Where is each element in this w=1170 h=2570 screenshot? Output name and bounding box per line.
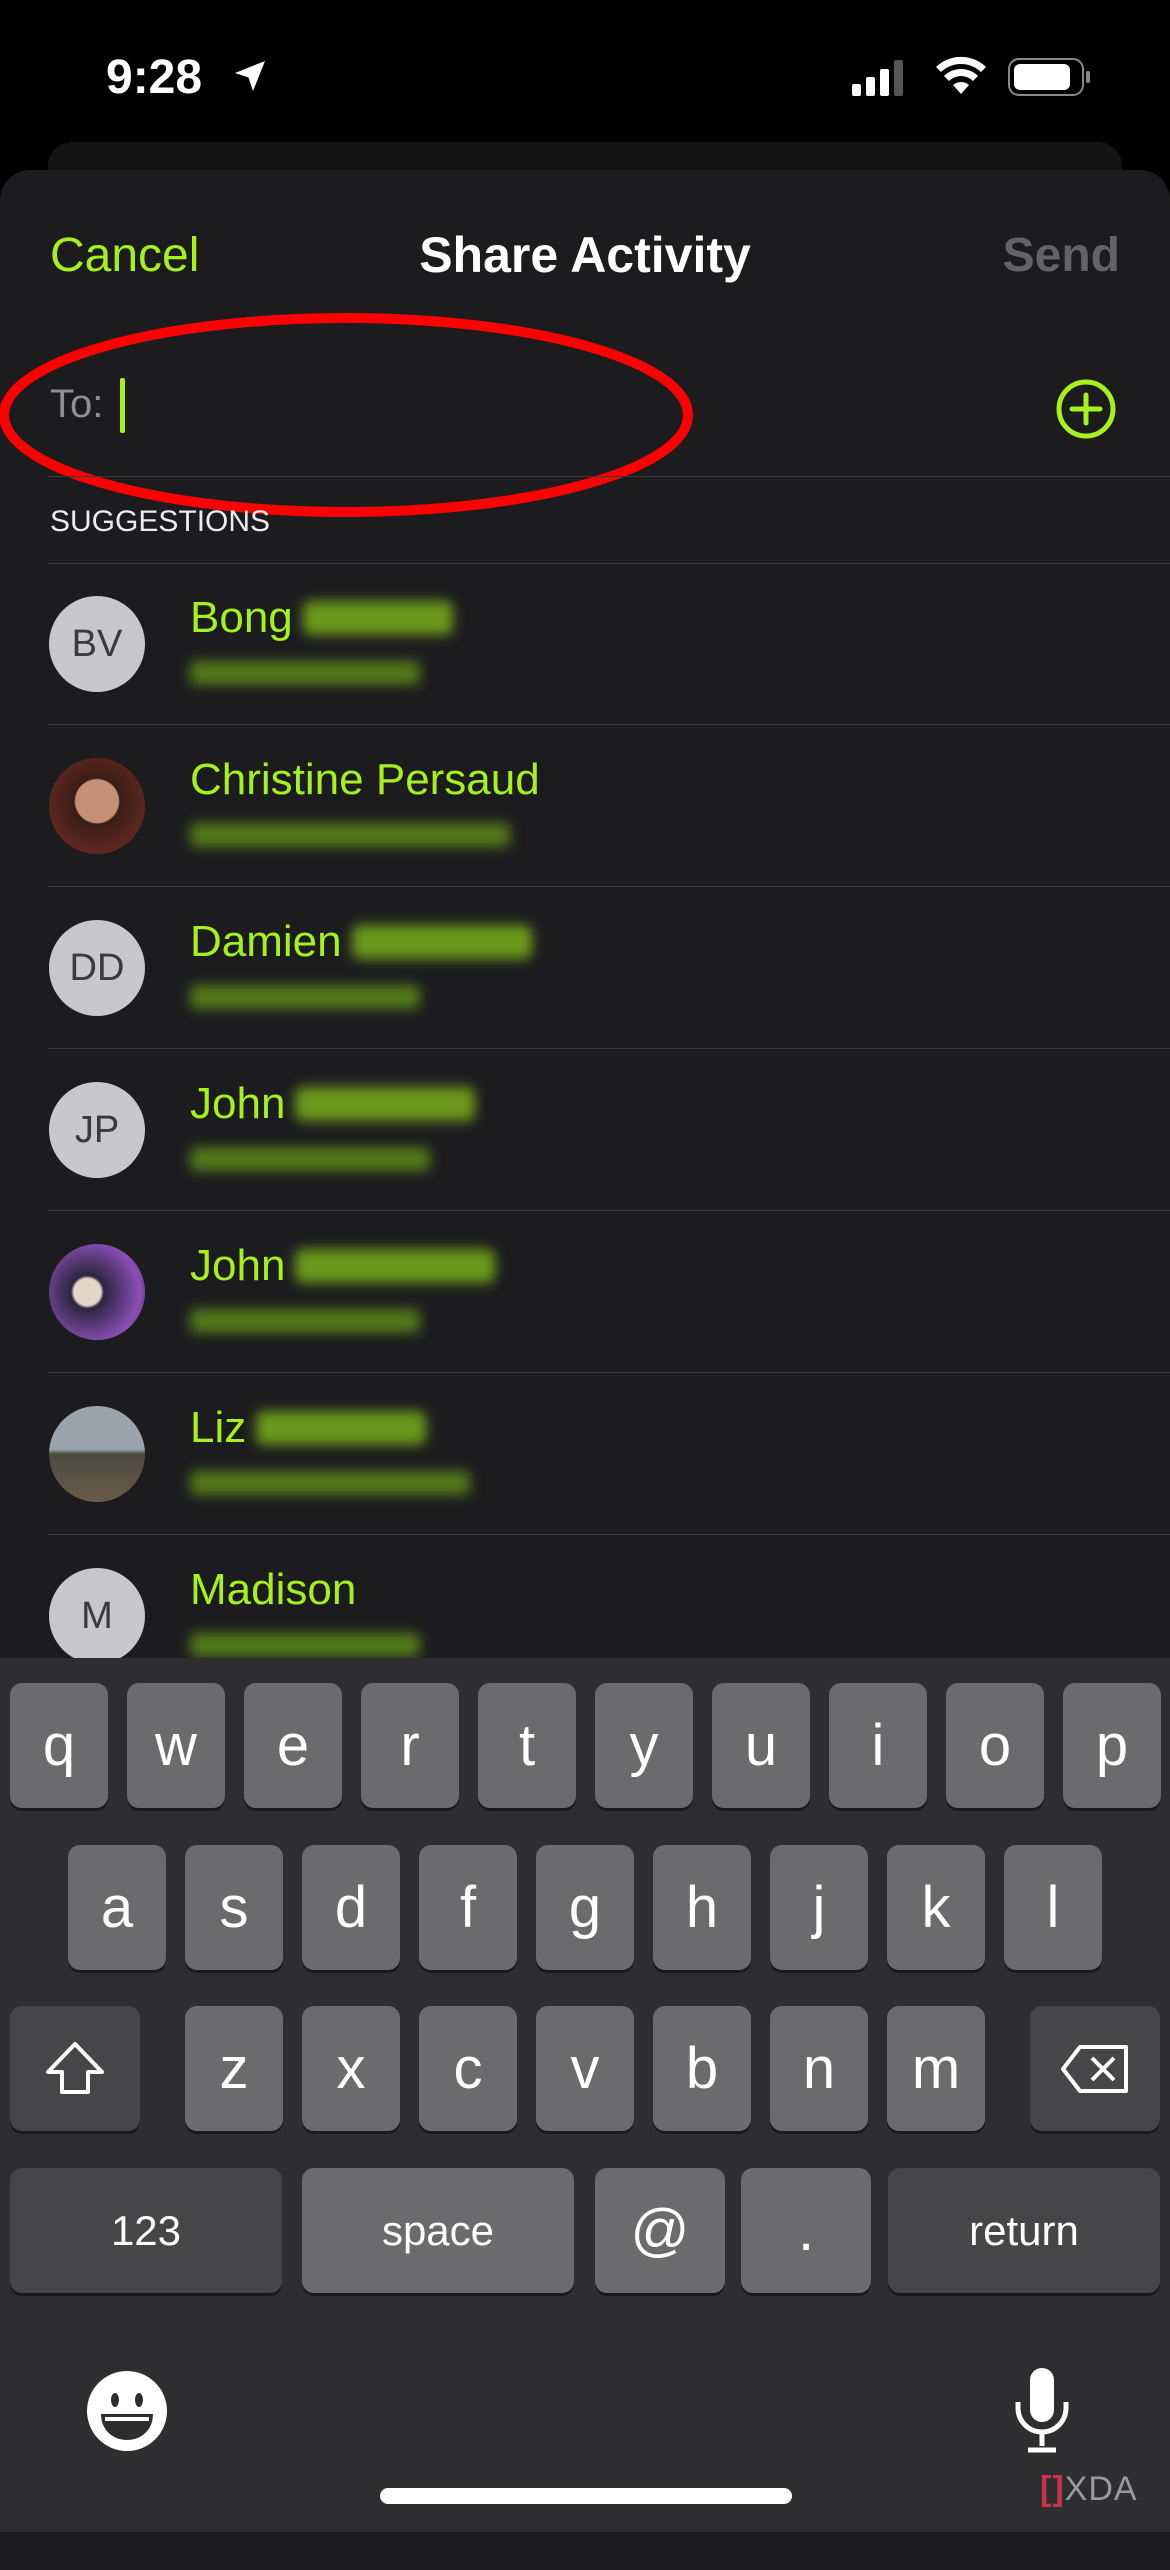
- numbers-key[interactable]: 123: [10, 2168, 282, 2293]
- contact-name: Damien: [190, 917, 532, 967]
- redacted-last-name: [256, 1411, 427, 1445]
- suggestion-row[interactable]: Liz: [0, 1373, 1170, 1535]
- redacted-contact-detail: [190, 985, 420, 1009]
- suggestion-row[interactable]: BV Bong: [0, 563, 1170, 725]
- key-d[interactable]: d: [302, 1845, 400, 1970]
- emoji-icon[interactable]: [86, 2370, 168, 2452]
- status-bar: 9:28: [0, 0, 1170, 150]
- redacted-last-name: [295, 1249, 496, 1283]
- contact-first-name: Christine Persaud: [190, 755, 540, 804]
- wifi-icon: [936, 56, 986, 94]
- return-key[interactable]: return: [888, 2168, 1160, 2293]
- key-o[interactable]: o: [946, 1683, 1044, 1808]
- contact-first-name: John: [190, 1079, 286, 1128]
- key-w[interactable]: w: [127, 1683, 225, 1808]
- redacted-contact-detail: [190, 1309, 420, 1333]
- avatar: [49, 758, 145, 854]
- avatar: M: [49, 1568, 145, 1664]
- key-t[interactable]: t: [478, 1683, 576, 1808]
- key-y[interactable]: y: [595, 1683, 693, 1808]
- suggestion-row[interactable]: John: [0, 1211, 1170, 1373]
- key-b[interactable]: b: [653, 2006, 751, 2131]
- redacted-last-name: [295, 1087, 476, 1121]
- key-f[interactable]: f: [419, 1845, 517, 1970]
- avatar: DD: [49, 920, 145, 1016]
- cellular-signal-icon: [852, 60, 903, 96]
- key-l[interactable]: l: [1004, 1845, 1102, 1970]
- contact-name: Christine Persaud: [190, 755, 540, 805]
- redacted-last-name: [302, 601, 453, 635]
- key-n[interactable]: n: [770, 2006, 868, 2131]
- key-m[interactable]: m: [887, 2006, 985, 2131]
- status-time: 9:28: [106, 51, 203, 104]
- redacted-contact-detail: [190, 1633, 420, 1657]
- suggestions-header: SUGGESTIONS: [50, 505, 271, 538]
- key-c[interactable]: c: [419, 2006, 517, 2131]
- space-key[interactable]: space: [302, 2168, 574, 2293]
- avatar: BV: [49, 596, 145, 692]
- key-u[interactable]: u: [712, 1683, 810, 1808]
- divider: [48, 476, 1170, 477]
- xda-watermark: []XDA: [1040, 2470, 1138, 2508]
- key-z[interactable]: z: [185, 2006, 283, 2131]
- contact-first-name: Damien: [190, 917, 342, 966]
- redacted-contact-detail: [190, 823, 510, 847]
- backspace-icon: [1061, 2044, 1128, 2093]
- key-q[interactable]: q: [10, 1683, 108, 1808]
- key-x[interactable]: x: [302, 2006, 400, 2131]
- key-h[interactable]: h: [653, 1845, 751, 1970]
- at-key[interactable]: @: [595, 2168, 725, 2293]
- plus-circle-icon[interactable]: [1055, 378, 1117, 440]
- key-s[interactable]: s: [185, 1845, 283, 1970]
- contact-first-name: John: [190, 1241, 286, 1290]
- send-button[interactable]: Send: [1003, 228, 1120, 283]
- redacted-contact-detail: [190, 1147, 430, 1171]
- contact-first-name: Madison: [190, 1565, 357, 1614]
- contact-name: Bong: [190, 593, 453, 643]
- location-arrow-icon: [235, 61, 265, 91]
- suggestion-row[interactable]: DD Damien: [0, 887, 1170, 1049]
- suggestion-row[interactable]: Christine Persaud: [0, 725, 1170, 887]
- contact-name: Liz: [190, 1403, 427, 1453]
- key-p[interactable]: p: [1063, 1683, 1161, 1808]
- annotation-ellipse: [0, 313, 693, 517]
- dot-key[interactable]: .: [741, 2168, 871, 2293]
- key-j[interactable]: j: [770, 1845, 868, 1970]
- microphone-icon[interactable]: [1012, 2366, 1072, 2456]
- contact-name: John: [190, 1241, 496, 1291]
- redacted-contact-detail: [190, 1471, 470, 1495]
- contact-first-name: Bong: [190, 593, 293, 642]
- avatar: JP: [49, 1082, 145, 1178]
- contact-name: John: [190, 1079, 476, 1129]
- shift-icon: [46, 2041, 104, 2094]
- key-v[interactable]: v: [536, 2006, 634, 2131]
- key-g[interactable]: g: [536, 1845, 634, 1970]
- key-r[interactable]: r: [361, 1683, 459, 1808]
- page-title: Share Activity: [419, 227, 751, 283]
- key-a[interactable]: a: [68, 1845, 166, 1970]
- contact-name: Madison: [190, 1565, 356, 1615]
- redacted-contact-detail: [190, 661, 420, 685]
- home-indicator[interactable]: [380, 2488, 792, 2504]
- delete-key[interactable]: [1030, 2006, 1160, 2131]
- avatar: [49, 1406, 145, 1502]
- key-i[interactable]: i: [829, 1683, 927, 1808]
- suggestion-row[interactable]: JP John: [0, 1049, 1170, 1211]
- key-k[interactable]: k: [887, 1845, 985, 1970]
- battery-icon: [1008, 58, 1090, 96]
- redacted-last-name: [351, 925, 532, 959]
- shift-key[interactable]: [10, 2006, 140, 2131]
- avatar: [49, 1244, 145, 1340]
- key-e[interactable]: e: [244, 1683, 342, 1808]
- contact-first-name: Liz: [190, 1403, 247, 1452]
